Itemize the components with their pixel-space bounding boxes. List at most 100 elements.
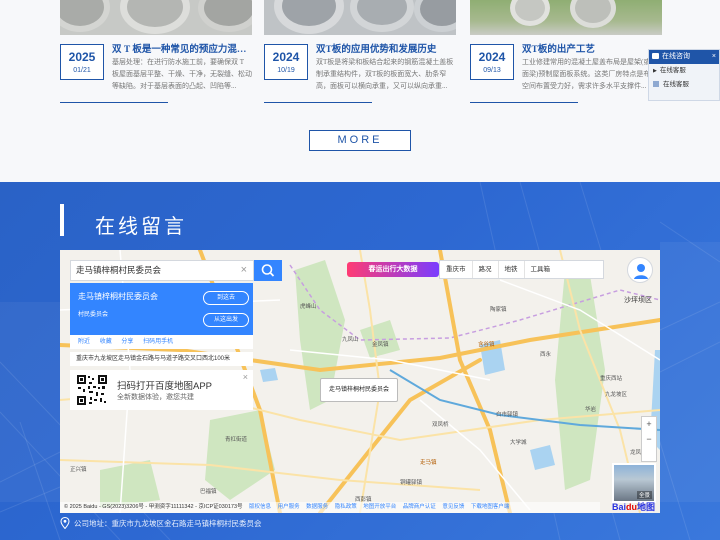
map-label: 西永 [540,352,552,358]
search-value: 走马镇梓桐村民委员会 [76,265,162,275]
copyright-link[interactable]: 品牌商户认证 [403,504,436,510]
online-consult-panel: 在线咨询 × ▶ 在线客服 在线客服 [648,49,720,101]
news-desc: 双T板是将梁和板结合起来的钢筋混凝土盖板制承重结构件，双T板的板面宽大、肋条窄高… [316,58,454,90]
news-monthday: 01/21 [73,67,91,74]
location-pin-icon [60,517,70,529]
news-underline [470,102,578,103]
news-title[interactable]: 双 T 板是一种常见的预应力混凝... [112,41,252,55]
news-thumbnail[interactable] [264,0,456,35]
news-year: 2024 [478,50,506,64]
map-marker-label[interactable]: 走马镇梓桐村民委员会 [320,378,399,402]
chat-icon [652,53,659,59]
copyright-link[interactable]: 数据服务 [306,504,328,510]
person-icon [634,264,648,279]
street-view-thumbnail[interactable]: 全景 [612,463,656,503]
nearby-action[interactable]: 附近 [78,339,90,345]
copyright-link[interactable]: 隐私政策 [335,504,357,510]
baidu-map[interactable]: 虎峰山 九凤山 含谷镇 走马镇 金凤镇 西永 沙坪坝区 陶家镇 白市驿镇 铜罐驿… [60,250,660,513]
news-title[interactable]: 双T板的出产工艺 [522,41,662,55]
map-label: 正兴镇 [70,467,87,473]
section-title: 在线留言 [95,216,187,238]
baidu-map-logo: Baidu地图 [612,502,656,512]
more-button[interactable]: MORE [309,130,411,151]
news-card[interactable]: 2024 09/13 双T板的出产工艺 工业修建常用的混凝土屋盖布局是屋架(或屋… [470,0,662,104]
copyright-link[interactable]: 用户服务 [278,504,300,510]
zoom-out-button[interactable]: − [642,432,656,447]
close-icon[interactable]: × [243,372,248,382]
news-underline [264,102,372,103]
triangle-icon: ▶ [653,68,657,74]
zoom-control: + − [641,416,657,462]
map-label: 金凤镇 [372,342,389,348]
news-date: 2025 01/21 [60,44,104,80]
search-button[interactable] [254,260,282,281]
depart-button[interactable]: 从这出发 [203,313,249,327]
city-selector[interactable]: 重庆市 [440,261,473,278]
user-avatar-icon[interactable] [627,257,653,283]
consult-item[interactable]: 在线客服 [649,78,719,91]
map-search-input[interactable]: 走马镇梓桐村民委员会 × [70,260,254,281]
map-label: 九龙坡区 [605,392,628,398]
close-icon[interactable]: × [712,50,716,64]
map-label: 九凤山 [342,337,359,343]
map-label: 含谷镇 [478,342,495,348]
map-toolbar: 重庆市 路况 地铁 工具箱 [439,260,604,279]
news-thumbnail[interactable] [470,0,662,35]
map-label: 铜罐驿镇 [400,480,423,486]
address-text: 公司地址：重庆市九龙坡区金石路走马镇梓桐村民委员会 [74,519,262,528]
app-qr-banner: 扫码打开百度地图APP 全新数据体验，邀您共建 × [70,370,253,410]
news-date: 2024 10/19 [264,44,308,80]
clear-icon[interactable]: × [241,261,247,280]
company-address: 公司地址：重庆市九龙坡区金石路走马镇梓桐村民委员会 [60,517,262,529]
map-copyright: © 2025 Baidu - GS(2023)3206号 - 甲测资字11111… [60,502,600,513]
news-card[interactable]: 2025 01/21 双 T 板是一种常见的预应力混凝... 基层处理：在进行防… [60,0,252,104]
qr-subtitle: 全新数据体验，邀您共建 [117,394,194,401]
consult-item[interactable]: ▶ 在线客服 [649,64,719,78]
poi-type: 村民委员会 [78,312,109,318]
zoom-in-button[interactable]: + [642,417,656,432]
map-label: 大学城 [510,440,527,446]
copyright-link[interactable]: 下载地图客户端 [471,504,510,510]
copyright-link[interactable]: 地图开放平台 [363,504,396,510]
service-icon [653,81,659,87]
street-view-label: 全景 [636,491,652,499]
map-label: 陶家镇 [490,307,507,313]
map-label: 华岩 [585,407,597,413]
copyright-link[interactable]: 意见反馈 [442,504,464,510]
news-year: 2025 [68,50,96,64]
copyright-link[interactable]: 版权信息 [249,504,271,510]
qr-code-icon [76,374,108,406]
qr-phone-action[interactable]: 扫码用手机 [143,339,173,345]
favorite-action[interactable]: 收藏 [100,339,112,345]
news-monthday: 10/19 [277,67,295,74]
map-label: 虎峰山 [300,304,317,310]
toolbox-menu[interactable]: 工具箱 [525,261,557,278]
map-label: 沙坪坝区 [624,297,652,304]
news-year: 2024 [272,50,300,64]
copyright-text: © 2025 Baidu - GS(2023)3206号 - 甲测资字11111… [64,504,243,510]
map-label: 双凤桥 [432,422,449,428]
traffic-toggle[interactable]: 路况 [473,261,499,278]
promo-banner[interactable]: 春运出行大数据 [347,262,439,277]
consult-header: 在线咨询 × [649,50,719,64]
goto-button[interactable]: 到这去 [203,291,249,305]
poi-address: 重庆市九龙坡区走马镇金石路与马道子路交叉口西北100米 [70,352,253,366]
consult-item-label: 在线客服 [663,81,689,88]
map-label: 白市驿镇 [496,412,519,418]
consult-title: 在线咨询 [662,53,690,60]
map-label: 走马镇 [420,460,437,466]
qr-title: 扫码打开百度地图APP [117,381,213,392]
news-desc: 工业修建常用的混凝土屋盖布局是屋架(或屋面梁)预制屋面板系统。这类厂房特点是布局… [522,58,658,90]
news-card[interactable]: 2024 10/19 双T板的应用优势和发展历史 双T板是将梁和板结合起来的钢筋… [264,0,456,104]
news-desc: 基层处理：在进行防水施工前，要确保双 T 板屋面基层平整、干燥、干净，无裂缝、松… [112,58,252,90]
section-accent-bar [60,204,64,236]
search-icon [261,264,275,277]
poi-actions: 附近 收藏 分享 扫码用手机 [70,335,253,349]
map-label: 重庆西站 [600,376,623,382]
subway-toggle[interactable]: 地铁 [499,261,525,278]
news-thumbnail[interactable] [60,0,252,35]
news-underline [60,102,168,103]
news-title[interactable]: 双T板的应用优势和发展历史 [316,41,456,55]
poi-name: 走马镇梓桐村民委员会 [78,292,158,301]
share-action[interactable]: 分享 [121,339,133,345]
